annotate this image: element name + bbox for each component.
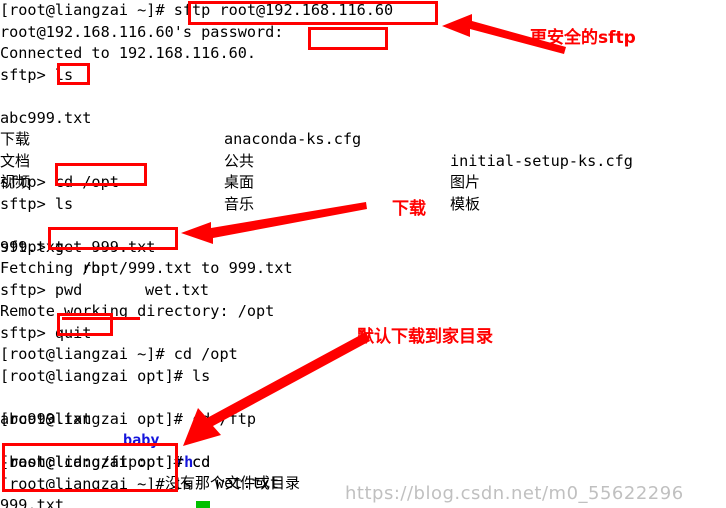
terminal-line: 视频 音乐 (0, 151, 254, 213)
ls-entry: 模板 (450, 194, 481, 213)
ls-entry: initial-setup-ks.cfg (450, 151, 633, 170)
terminal-line: sftp> ls (0, 65, 73, 87)
terminal-line: sftp> cd /opt (0, 172, 119, 194)
terminal-line: sftp> quit (0, 323, 91, 345)
ls-entry: 图片 (450, 173, 481, 191)
terminal-line-text: [root@liangzai ~]# sftp root@192.168.116… (0, 1, 394, 19)
terminal-line: Fetching /opt/999.txt to 999.txt (0, 258, 293, 280)
terminal-line-text: Connected to 192.168.116.60. (0, 44, 257, 62)
ls-entry: anaconda-ks.cfg (224, 130, 362, 148)
terminal-line: 下载 公共 图片 (0, 108, 480, 191)
terminal-line: sftp> get 999.txt (0, 237, 155, 259)
terminal-line-text: Fetching /opt/999.txt to 999.txt (0, 259, 293, 277)
terminal-line-text: [root@liangzai opt]# ls (0, 366, 211, 385)
ls-entry: wet.txt (145, 280, 210, 299)
terminal-line: sftp> pwd (0, 280, 82, 302)
terminal-line-final-prompt: [root@liangzai ~]# (0, 502, 55, 508)
terminal-screenshot: [root@liangzai ~]# sftp root@192.168.116… (0, 0, 726, 508)
terminal-line: sftp> ls (0, 194, 73, 216)
terminal-line-text: sftp> ls (0, 194, 74, 213)
terminal-line: root@192.168.116.60's password: (0, 22, 283, 44)
annotation-note-download: 下载 (392, 199, 426, 219)
terminal-line: 文档 桌面 模板 (0, 129, 480, 213)
terminal-line-text: sftp> ls (0, 65, 74, 84)
terminal-line-text: sftp> quit (0, 323, 92, 342)
terminal-line: abc999.txt baby rh wet.txt (0, 387, 279, 493)
annotation-note-sftp: 更安全的sftp (530, 28, 636, 48)
terminal-line-text: sftp> get 999.txt (0, 237, 156, 256)
password-blank-box (308, 27, 388, 50)
ls-entry: 桌面 (224, 173, 255, 191)
terminal-line-text: sftp> pwd (0, 280, 83, 299)
ls-entry: 公共 (224, 151, 255, 170)
terminal-line-text: root@192.168.116.60's password: (0, 22, 284, 41)
terminal-cursor (196, 501, 210, 508)
terminal-line: -bash: cd: /ftp: 没有那个文件或目录 (0, 430, 300, 493)
terminal-line: 999.txt rh wet.txt (0, 215, 209, 299)
ls-entry-dir: baby (123, 431, 160, 449)
terminal-line: Connected to 192.168.116.60. (0, 43, 256, 65)
watermark: https://blog.csdn.net/m0_55622296 (345, 483, 684, 504)
annotation-arrow-download (181, 202, 367, 244)
annotation-note-default-home: 默认下载到家目录 (357, 327, 493, 347)
terminal-line-text: sftp> cd /opt (0, 173, 119, 191)
annotation-arrow-default-home (183, 332, 370, 446)
terminal-line: [root@liangzai ~]# sftp root@192.168.116… (0, 0, 393, 22)
terminal-line: abc999.txt anaconda-ks.cfg initial-setup… (0, 86, 633, 170)
terminal-line: [root@liangzai ~]# ls (0, 452, 192, 493)
remote-working-underline (62, 317, 140, 320)
terminal-line: [root@liangzai opt]# ls (0, 366, 210, 388)
